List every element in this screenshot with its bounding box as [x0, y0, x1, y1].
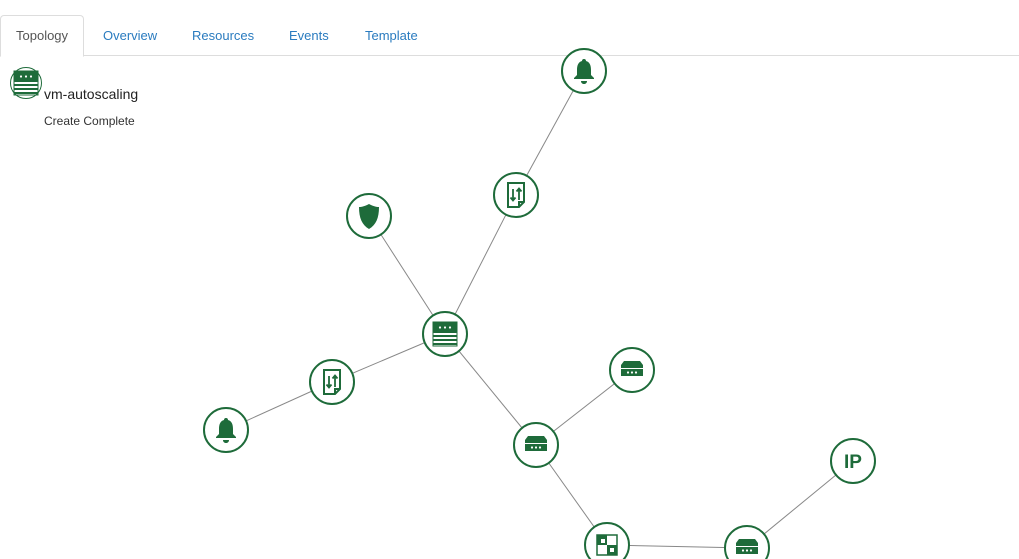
stack-icon — [10, 67, 42, 99]
scaling-policy-icon — [323, 369, 341, 395]
node-floating-ip[interactable]: IP — [830, 438, 876, 484]
node-circle — [422, 311, 468, 357]
node-policy-top[interactable] — [493, 172, 539, 218]
node-router-center[interactable] — [513, 422, 559, 468]
node-policy-left[interactable] — [309, 359, 355, 405]
topology-canvas: IP — [203, 48, 876, 559]
server-icon — [13, 70, 39, 96]
node-router-right[interactable] — [609, 347, 655, 393]
stack-status: Create Complete — [44, 114, 135, 128]
topology-nodes: IP — [203, 48, 876, 559]
node-autoscaling-group[interactable] — [422, 311, 468, 357]
node-network[interactable] — [584, 522, 630, 559]
topology-links — [225, 70, 854, 549]
stack-name: vm-autoscaling — [44, 86, 139, 102]
ip-icon: IP — [844, 452, 862, 473]
router-icon — [621, 361, 643, 376]
node-security-group[interactable] — [346, 193, 392, 239]
router-icon — [525, 436, 547, 451]
network-icon — [596, 534, 618, 556]
node-alarm-left[interactable] — [203, 407, 249, 453]
scaling-policy-icon — [507, 182, 525, 208]
node-alarm-top[interactable] — [561, 48, 607, 94]
topology-link — [444, 194, 517, 335]
node-router-bottom[interactable] — [724, 525, 770, 559]
router-icon — [736, 539, 758, 554]
